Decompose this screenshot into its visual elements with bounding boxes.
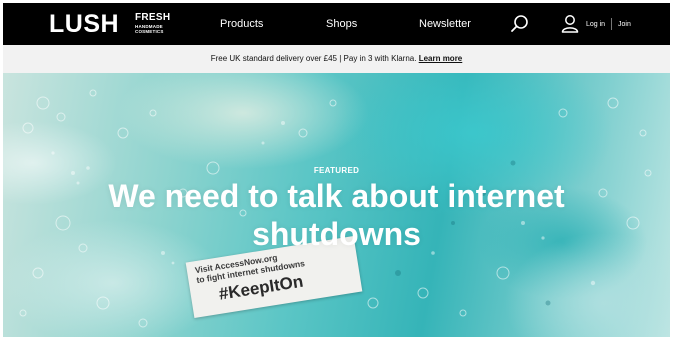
- logo-wordmark: LUSH: [49, 10, 120, 38]
- login-link[interactable]: Log in: [586, 20, 605, 29]
- promo-message: Free UK standard delivery over £45 | Pay…: [3, 54, 670, 64]
- featured-label: FEATURED: [313, 166, 360, 175]
- nav-shops[interactable]: Shops: [326, 17, 357, 31]
- hero-title[interactable]: We need to talk about internet shutdowns: [43, 177, 630, 253]
- hero-banner[interactable]: Visit AccessNow.org to fight internet sh…: [3, 73, 670, 337]
- logo-cosmetics: COSMETICS: [135, 29, 164, 34]
- learn-more-link[interactable]: Learn more: [419, 54, 463, 63]
- header-divider: [611, 18, 612, 30]
- user-icon: [561, 15, 579, 33]
- search-button[interactable]: [510, 14, 530, 34]
- nav-products[interactable]: Products: [220, 17, 263, 31]
- promo-text: Free UK standard delivery over £45 | Pay…: [210, 54, 417, 63]
- search-icon: [511, 15, 528, 32]
- promo-bar: Free UK standard delivery over £45 | Pay…: [3, 45, 670, 73]
- site-header: LUSH FRESH HANDMADE COSMETICS Products S…: [3, 3, 670, 45]
- nav-newsletter[interactable]: Newsletter: [419, 17, 471, 31]
- page-frame: LUSH FRESH HANDMADE COSMETICS Products S…: [3, 3, 670, 337]
- join-link[interactable]: Join: [618, 20, 631, 29]
- account-button[interactable]: [561, 14, 579, 34]
- logo-fresh: FRESH: [135, 12, 171, 23]
